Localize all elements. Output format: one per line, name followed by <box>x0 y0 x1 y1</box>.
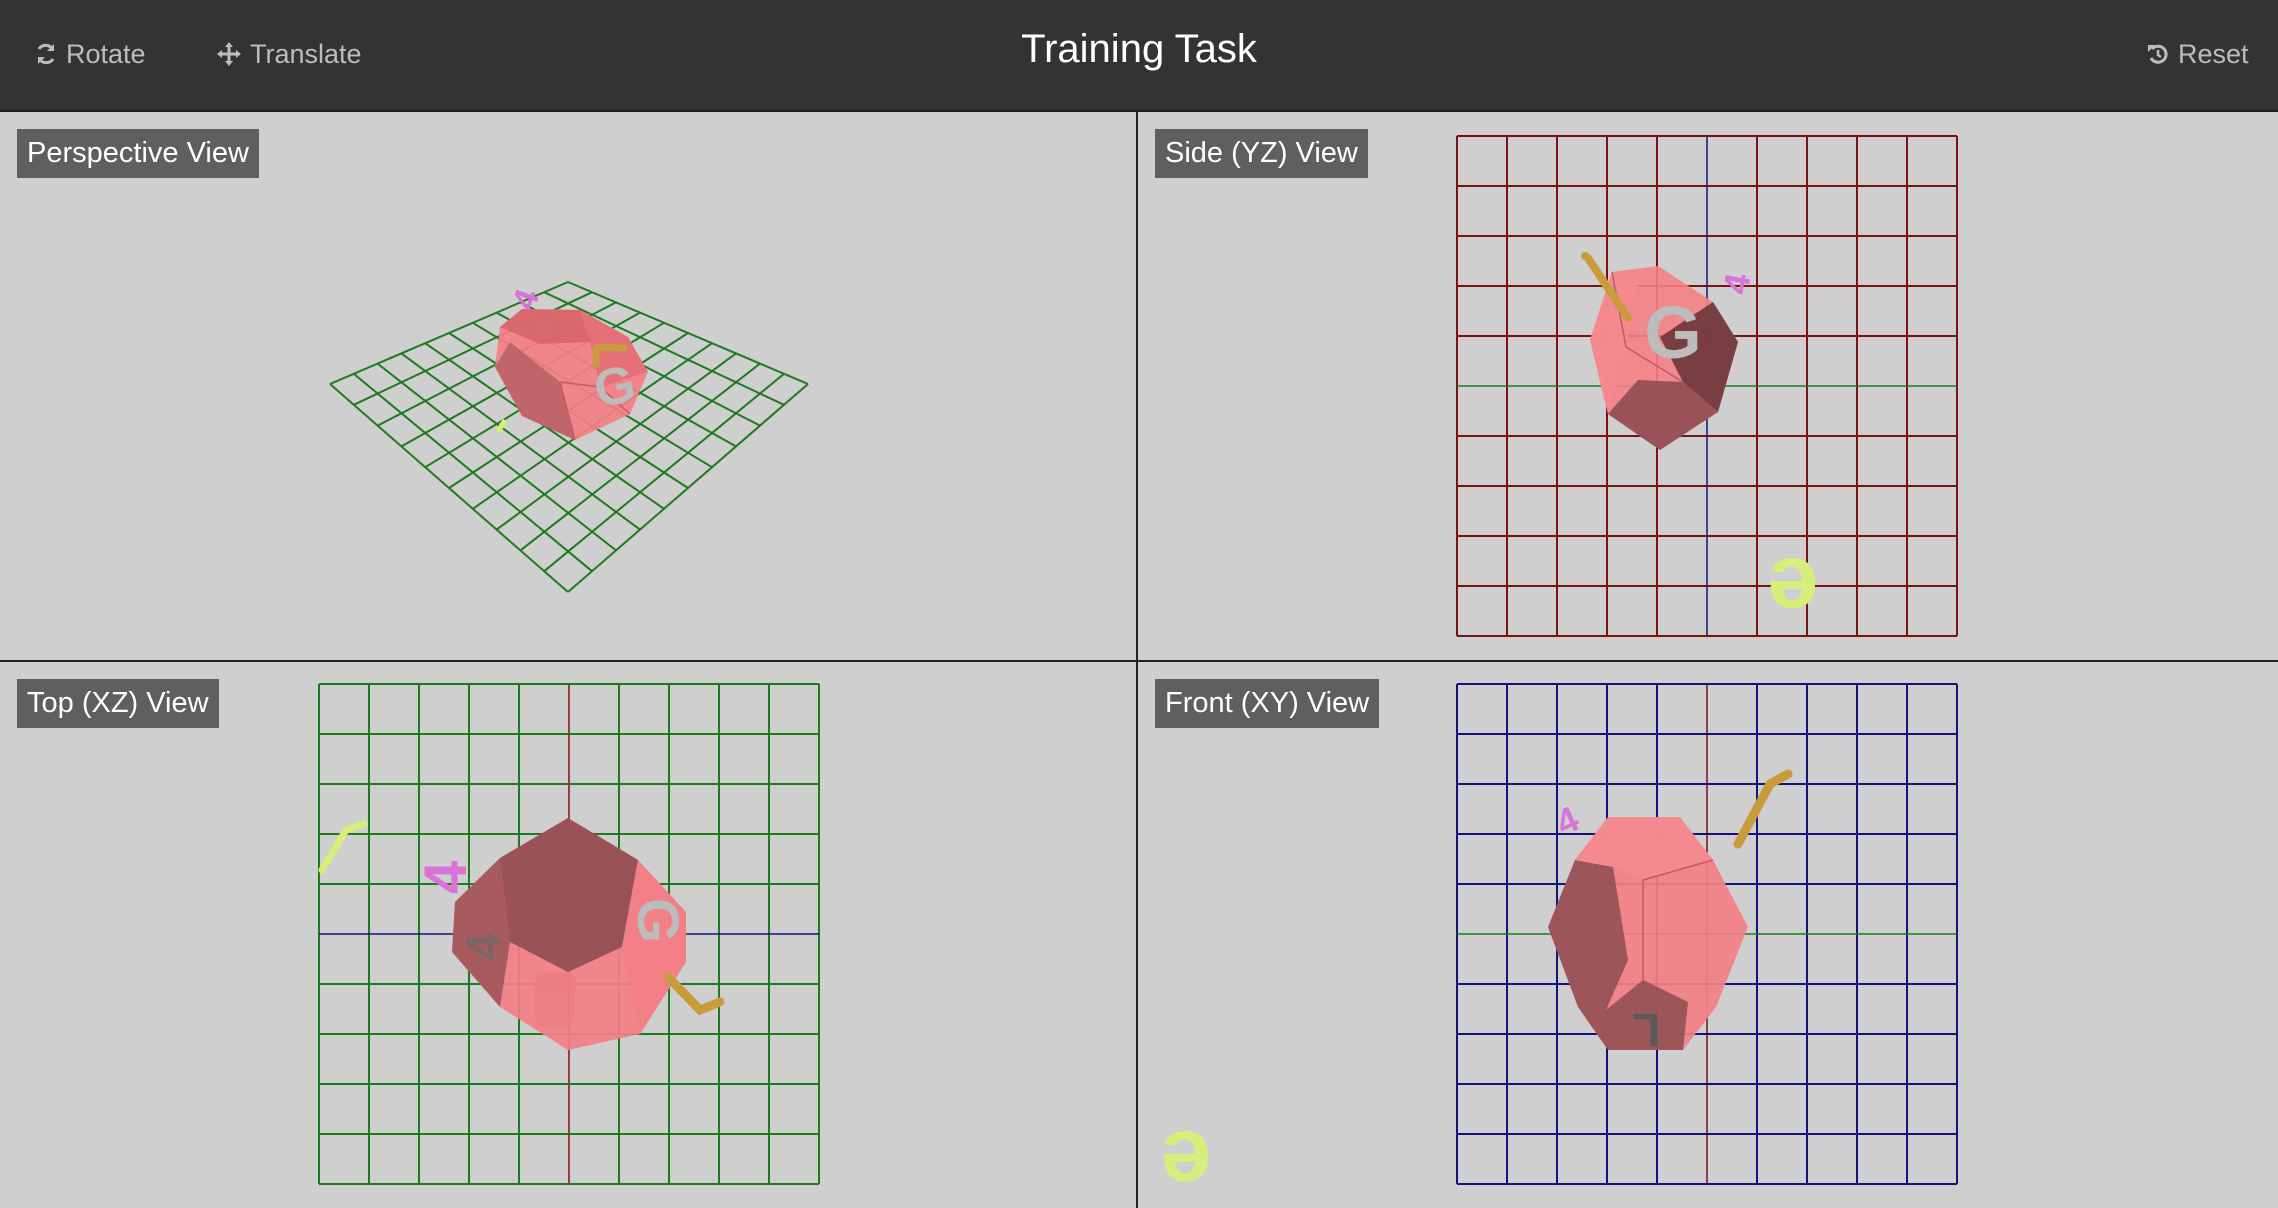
top-letter-4-front: 4 <box>412 860 479 894</box>
front-viewport[interactable]: L 4 e Front (XY) View <box>1138 662 2278 1208</box>
perspective-letter-4: 4 <box>505 284 547 315</box>
side-letter-4: 4 <box>1715 270 1759 297</box>
side-letter-g: G <box>1644 291 1702 374</box>
perspective-view-label: Perspective View <box>17 129 259 178</box>
top-letter-g: G <box>625 898 690 943</box>
side-letter-e: e <box>1767 539 1818 641</box>
front-letter-l: L <box>1632 1004 1660 1056</box>
side-viewport[interactable]: G 4 e Side (YZ) View <box>1138 112 2278 660</box>
side-scene: G 4 e <box>1456 135 1958 641</box>
top-scene: 4 4 G <box>318 683 820 1185</box>
perspective-viewport[interactable]: G 4 Perspective View <box>0 112 1136 660</box>
front-letter-e: e <box>1160 1112 1211 1208</box>
horizontal-divider <box>0 660 2278 662</box>
top-gold-rod <box>663 972 725 1016</box>
side-view-label: Side (YZ) View <box>1155 129 1368 178</box>
page-title: Training Task <box>1021 27 1257 71</box>
top-letter-4-back: 4 <box>458 933 511 960</box>
top-lime-rod <box>318 820 368 874</box>
top-view-label: Top (XZ) View <box>17 679 219 728</box>
front-view-label: Front (XY) View <box>1155 679 1380 728</box>
perspective-scene: G 4 <box>329 281 809 593</box>
undo-icon <box>2148 44 2168 64</box>
reset-button[interactable]: Reset <box>2146 34 2249 74</box>
front-scene: L 4 e <box>1160 683 1958 1208</box>
front-letter-4: 4 <box>1549 798 1584 844</box>
top-viewport[interactable]: 4 4 G Top (XZ) View <box>0 662 1136 1208</box>
reset-label: Reset <box>2178 38 2249 69</box>
top-toolbar: Rotate Translate Training Task Reset <box>0 0 2278 112</box>
